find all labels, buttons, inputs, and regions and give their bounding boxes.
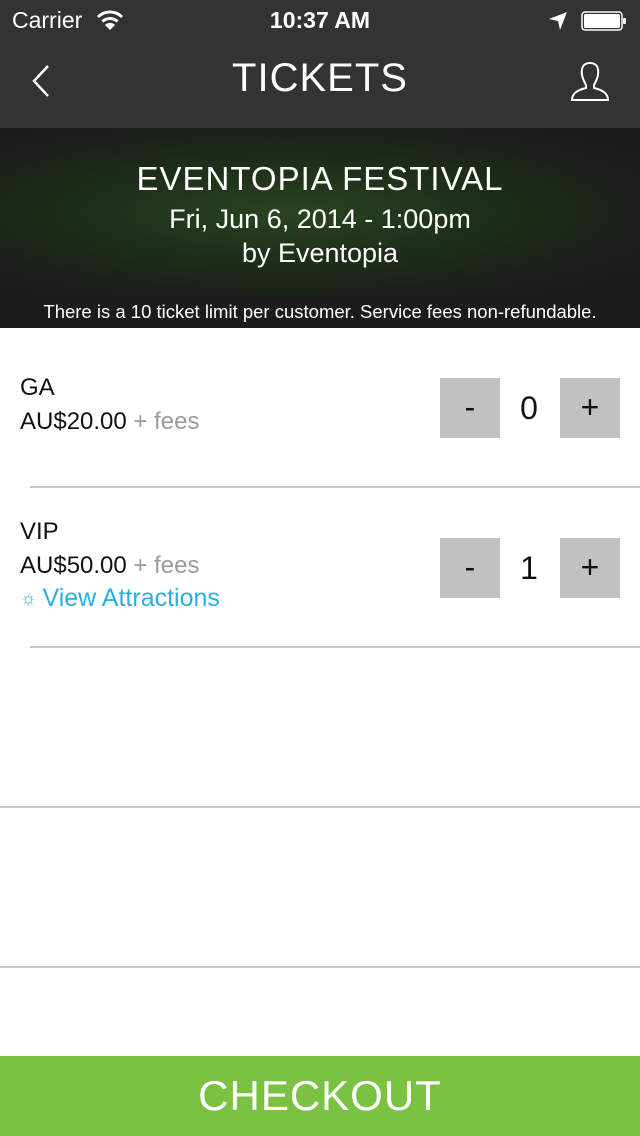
ticket-limit-notice: There is a 10 ticket limit per customer.…	[0, 296, 640, 328]
ticket-price: AU$50.00 + fees	[20, 552, 199, 580]
top-bar: Carrier 10:37 AM TICKETS	[0, 0, 640, 128]
increase-quantity-button[interactable]: +	[560, 538, 620, 598]
checkout-button[interactable]: CHECKOUT	[0, 1056, 640, 1136]
view-attractions-label: View Attractions	[42, 584, 220, 612]
page-title: TICKETS	[232, 56, 408, 100]
ticket-name: VIP	[20, 518, 59, 545]
divider	[0, 966, 640, 968]
decrease-quantity-button[interactable]: -	[440, 378, 500, 438]
quantity-value: 1	[520, 550, 538, 586]
divider	[0, 806, 640, 808]
ticket-price-amount: AU$50.00	[20, 552, 127, 579]
event-title: EVENTOPIA FESTIVAL	[136, 160, 504, 197]
decrease-quantity-button[interactable]: -	[440, 538, 500, 598]
event-date: Fri, Jun 6, 2014 - 1:00pm	[169, 204, 471, 234]
view-attractions-link[interactable]: ☼ View Attractions	[20, 584, 220, 613]
clock: 10:37 AM	[269, 7, 371, 33]
ticket-fees-label: + fees	[133, 408, 200, 435]
user-profile-icon[interactable]	[568, 60, 612, 102]
ticket-fees-label: + fees	[133, 552, 200, 579]
battery-icon	[581, 11, 626, 31]
ticket-name: GA	[20, 374, 55, 401]
divider	[30, 646, 640, 648]
location-arrow-icon	[549, 12, 567, 30]
divider	[30, 486, 640, 488]
increase-quantity-button[interactable]: +	[560, 378, 620, 438]
ticket-price-amount: AU$20.00	[20, 408, 127, 435]
ticket-price: AU$20.00 + fees	[20, 408, 199, 436]
sun-icon: ☼	[20, 588, 37, 608]
quantity-value: 0	[520, 390, 538, 426]
event-organizer: by Eventopia	[241, 238, 399, 268]
status-bar: Carrier 10:37 AM	[0, 0, 640, 40]
